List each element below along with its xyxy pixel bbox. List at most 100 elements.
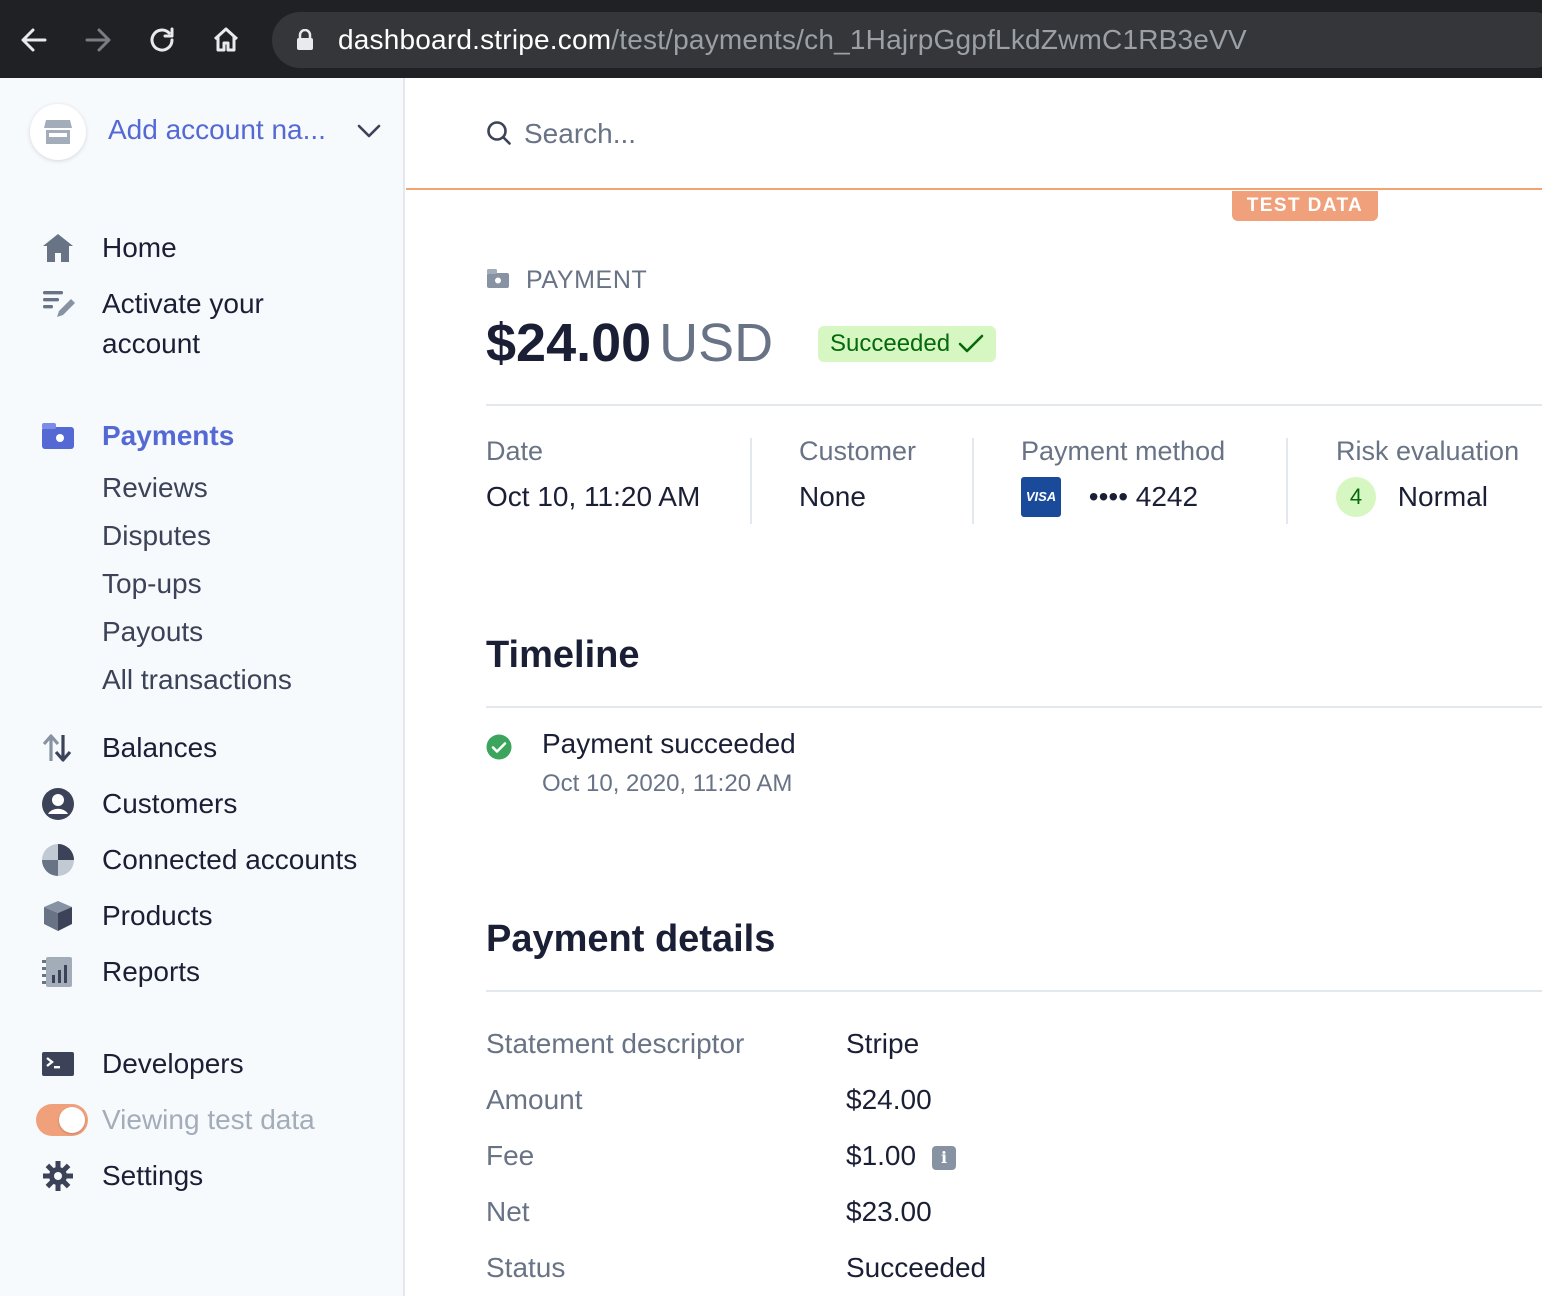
detail-value: Stripe [846, 1028, 920, 1059]
sidebar-item-label-line2: account [102, 328, 201, 359]
divider [486, 706, 1542, 708]
sidebar-item-label: Balances [102, 732, 218, 763]
toggle-knob [59, 1107, 85, 1133]
sidebar-item-label: Activate your [102, 288, 264, 319]
connect-pie-icon [40, 842, 76, 878]
user-circle-icon [40, 786, 76, 822]
url-host: dashboard.stripe.com [338, 24, 612, 55]
terminal-icon [40, 1046, 76, 1082]
balance-arrows-icon [40, 730, 76, 766]
search-input[interactable] [524, 114, 1124, 154]
sidebar-item-connected-accounts[interactable]: Connected accounts [0, 840, 403, 880]
info-icon[interactable]: i [932, 1146, 957, 1170]
detail-row-amount: Amount $24.00 [486, 1084, 1486, 1124]
sidebar-item-label: Customers [102, 788, 238, 819]
detail-value-wrap: $1.00 i [846, 1140, 957, 1172]
detail-row-fee: Fee $1.00 i [486, 1140, 1486, 1180]
sidebar-subitem-payouts[interactable]: Payouts [102, 616, 203, 648]
address-bar[interactable]: dashboard.stripe.com/test/payments/ch_1H… [272, 12, 1542, 68]
box-icon [40, 898, 76, 934]
account-switcher[interactable]: Add account na... [30, 104, 390, 160]
sidebar-item-balances[interactable]: Balances [0, 728, 403, 768]
summary-value: None [799, 481, 866, 512]
lock-icon [297, 29, 313, 50]
summary-label: Risk evaluation [1336, 436, 1520, 466]
sidebar-subitem-topups[interactable]: Top-ups [102, 568, 202, 600]
summary-label: Date [486, 436, 544, 466]
test-data-toggle[interactable] [36, 1104, 88, 1136]
detail-label: Status [486, 1252, 566, 1283]
payment-amount: $24.00 [486, 313, 652, 373]
timeline-event-date: Oct 10, 2020, 11:20 AM [542, 770, 793, 797]
check-circle-icon [486, 734, 512, 760]
sidebar-item-settings[interactable]: Settings [0, 1156, 403, 1196]
card-last4: •••• 4242 [1088, 481, 1199, 512]
divider [486, 404, 1542, 406]
summary-label: Customer [799, 436, 917, 466]
store-icon [44, 120, 72, 144]
detail-value: $24.00 [846, 1084, 932, 1115]
sidebar-item-developers[interactable]: Developers [0, 1044, 403, 1084]
house-icon [213, 27, 239, 52]
sidebar: Add account na... Home Activate your acc… [0, 78, 405, 1296]
reload-icon [150, 27, 174, 52]
url-text: dashboard.stripe.com/test/payments/ch_1H… [338, 24, 1247, 56]
column-divider [750, 438, 752, 524]
visa-card-icon: VISA [1021, 477, 1061, 517]
search-bar [406, 78, 1542, 190]
back-button[interactable] [12, 18, 56, 62]
chevron-down-icon [357, 124, 381, 138]
status-badge: Succeeded [818, 326, 997, 362]
reload-button[interactable] [140, 18, 184, 62]
account-avatar [30, 104, 86, 160]
sidebar-item-products[interactable]: Products [0, 896, 403, 936]
arrow-right-icon [85, 28, 111, 52]
payment-method-value[interactable]: VISA •••• 4242 [1021, 477, 1225, 517]
sidebar-item-home[interactable]: Home [0, 228, 403, 268]
sidebar-subitem-all-transactions[interactable]: All transactions [102, 664, 292, 696]
home-browser-button[interactable] [204, 18, 248, 62]
sidebar-item-label: Reports [102, 956, 201, 987]
detail-row-statement-descriptor: Statement descriptor Stripe [486, 1028, 1486, 1068]
sidebar-subitem-reviews[interactable]: Reviews [102, 472, 208, 504]
detail-value: Succeeded [846, 1252, 987, 1283]
account-name: Add account na... [108, 114, 326, 145]
detail-label: Fee [486, 1140, 535, 1171]
detail-value: $23.00 [846, 1196, 932, 1227]
summary-label: Payment method [1021, 436, 1226, 466]
sidebar-item-label: Developers [102, 1048, 244, 1079]
risk-level: Normal [1397, 481, 1489, 512]
detail-row-net: Net $23.00 [486, 1196, 1486, 1236]
search-icon [487, 121, 511, 145]
timeline-event-title: Payment succeeded [542, 728, 796, 759]
sidebar-item-reports[interactable]: Reports [0, 952, 403, 992]
payment-amount-row: $24.00 USD Succeeded [486, 312, 997, 376]
payment-label: PAYMENT [526, 266, 648, 294]
payment-currency: USD [659, 313, 774, 373]
summary-customer: Customer None [799, 436, 916, 526]
column-divider [972, 438, 974, 524]
summary-value: Oct 10, 11:20 AM [486, 481, 701, 512]
sidebar-item-viewing-test-data[interactable]: Viewing test data [0, 1100, 403, 1140]
sidebar-item-label: Viewing test data [102, 1104, 315, 1135]
home-icon [40, 230, 76, 266]
payment-icon [487, 269, 509, 288]
risk-score-badge: 4 [1336, 477, 1376, 517]
forward-button[interactable] [76, 18, 120, 62]
sidebar-item-label: Products [102, 900, 213, 931]
column-divider [1286, 438, 1288, 524]
sidebar-item-activate-account[interactable]: Activate your account [0, 284, 403, 368]
detail-label: Statement descriptor [486, 1028, 745, 1059]
sidebar-subitem-disputes[interactable]: Disputes [102, 520, 211, 552]
summary-date: Date Oct 10, 11:20 AM [486, 436, 700, 526]
sidebar-item-payments[interactable]: Payments [0, 416, 403, 456]
sidebar-item-customers[interactable]: Customers [0, 784, 403, 824]
test-data-badge: TEST DATA [1232, 191, 1378, 221]
gear-icon [40, 1158, 76, 1194]
risk-value[interactable]: 4 Normal [1336, 477, 1519, 517]
url-path: /test/payments/ch_1HajrpGgpfLkdZwmC1RB3e… [611, 24, 1247, 55]
summary-risk: Risk evaluation 4 Normal [1336, 436, 1519, 526]
checkmark-icon [958, 334, 984, 353]
detail-value: $1.00 [846, 1140, 917, 1171]
sidebar-item-label: Home [102, 232, 177, 263]
